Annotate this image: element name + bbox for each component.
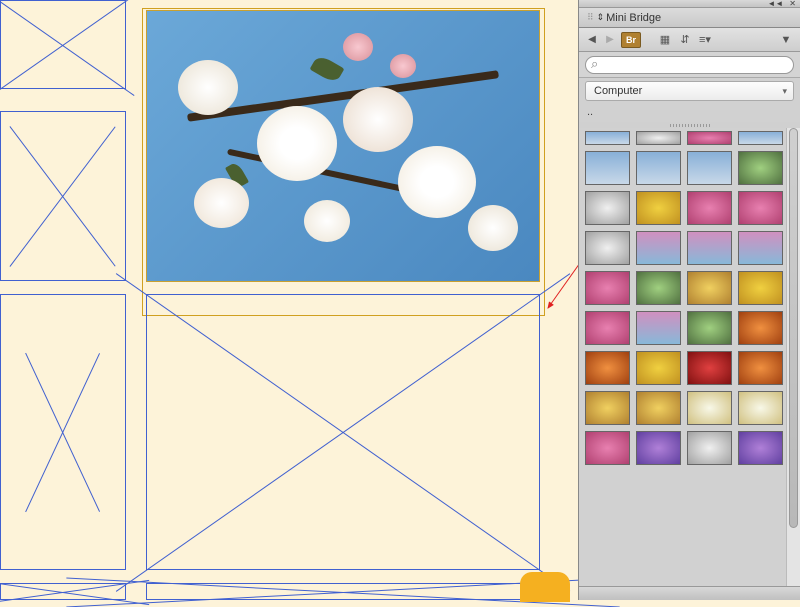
breadcrumb-label: Computer: [594, 85, 642, 97]
thumbnail[interactable]: [738, 431, 783, 465]
list-menu-icon[interactable]: ≡▾: [697, 32, 713, 48]
thumbnail[interactable]: [687, 391, 732, 425]
thumbnail[interactable]: [738, 231, 783, 265]
thumbnail[interactable]: [585, 191, 630, 225]
thumbnail[interactable]: [687, 151, 732, 185]
thumbnail[interactable]: [636, 311, 681, 345]
mini-bridge-panel: ◄◄ ✕ ⠿ ⇕ Mini Bridge ◀ ▶ Br ▦ ⇵ ≡▾ ▼ Com…: [578, 0, 800, 600]
sort-icon[interactable]: ⇵: [677, 32, 693, 48]
thumbnail[interactable]: [687, 311, 732, 345]
parent-folder-link[interactable]: ..: [579, 104, 800, 122]
collapse-icon[interactable]: ◄◄: [767, 0, 783, 8]
thumbnail[interactable]: [738, 311, 783, 345]
thumbnail-area: [579, 128, 786, 586]
thumbnail[interactable]: [636, 431, 681, 465]
panel-topbar: ◄◄ ✕: [579, 0, 800, 8]
panel-grip-icon: ⠿: [587, 12, 594, 23]
nav-back-button[interactable]: ◀: [585, 33, 599, 47]
thumbnail[interactable]: [738, 391, 783, 425]
thumbnail[interactable]: [687, 131, 732, 145]
thumbnail[interactable]: [738, 191, 783, 225]
page-indicator: [520, 572, 570, 602]
placed-image: [147, 11, 539, 281]
thumbnail[interactable]: [738, 151, 783, 185]
thumbnail[interactable]: [585, 391, 630, 425]
placeholder-frame[interactable]: [0, 583, 126, 600]
thumbnail[interactable]: [585, 131, 630, 145]
filter-icon[interactable]: ▼: [778, 32, 794, 48]
thumbnail[interactable]: [687, 351, 732, 385]
thumbnail[interactable]: [585, 431, 630, 465]
thumbnail[interactable]: [585, 311, 630, 345]
search-input[interactable]: [585, 56, 794, 74]
thumbnail[interactable]: [687, 231, 732, 265]
close-icon[interactable]: ✕: [789, 0, 796, 8]
scrollbar-thumb[interactable]: [789, 128, 798, 528]
canvas-area[interactable]: [0, 0, 578, 600]
thumbnail[interactable]: [585, 151, 630, 185]
thumbnail[interactable]: [636, 231, 681, 265]
thumbnail[interactable]: [585, 351, 630, 385]
panel-tab[interactable]: ⠿ ⇕ Mini Bridge: [579, 8, 800, 28]
placeholder-frame[interactable]: [0, 111, 126, 281]
thumbnail[interactable]: [738, 351, 783, 385]
thumbnail[interactable]: [687, 191, 732, 225]
view-grid-icon[interactable]: ▦: [657, 32, 673, 48]
thumbnail[interactable]: [636, 391, 681, 425]
placeholder-frame[interactable]: [146, 583, 540, 600]
thumbnail[interactable]: [636, 271, 681, 305]
panel-title: Mini Bridge: [606, 12, 661, 24]
thumbnail[interactable]: [687, 431, 732, 465]
thumbnail[interactable]: [738, 271, 783, 305]
thumbnail[interactable]: [687, 271, 732, 305]
thumbnail[interactable]: [636, 131, 681, 145]
thumbnail[interactable]: [585, 231, 630, 265]
panel-toolbar: ◀ ▶ Br ▦ ⇵ ≡▾ ▼: [579, 28, 800, 52]
panel-footer: [579, 586, 800, 600]
thumbnail[interactable]: [636, 191, 681, 225]
nav-forward-button[interactable]: ▶: [603, 33, 617, 47]
thumbnail[interactable]: [636, 351, 681, 385]
breadcrumb-dropdown[interactable]: Computer: [585, 81, 794, 101]
thumbnail[interactable]: [585, 271, 630, 305]
image-frame-selected[interactable]: [146, 10, 540, 282]
search-row: [579, 52, 800, 78]
placeholder-frame[interactable]: [0, 0, 126, 89]
placeholder-frame[interactable]: [146, 294, 540, 570]
thumbnail[interactable]: [636, 151, 681, 185]
thumbnail[interactable]: [738, 131, 783, 145]
bridge-button[interactable]: Br: [621, 32, 641, 48]
panel-updown-icon: ⇕: [597, 12, 605, 23]
placeholder-frame[interactable]: [0, 294, 126, 570]
scrollbar[interactable]: [786, 128, 800, 586]
